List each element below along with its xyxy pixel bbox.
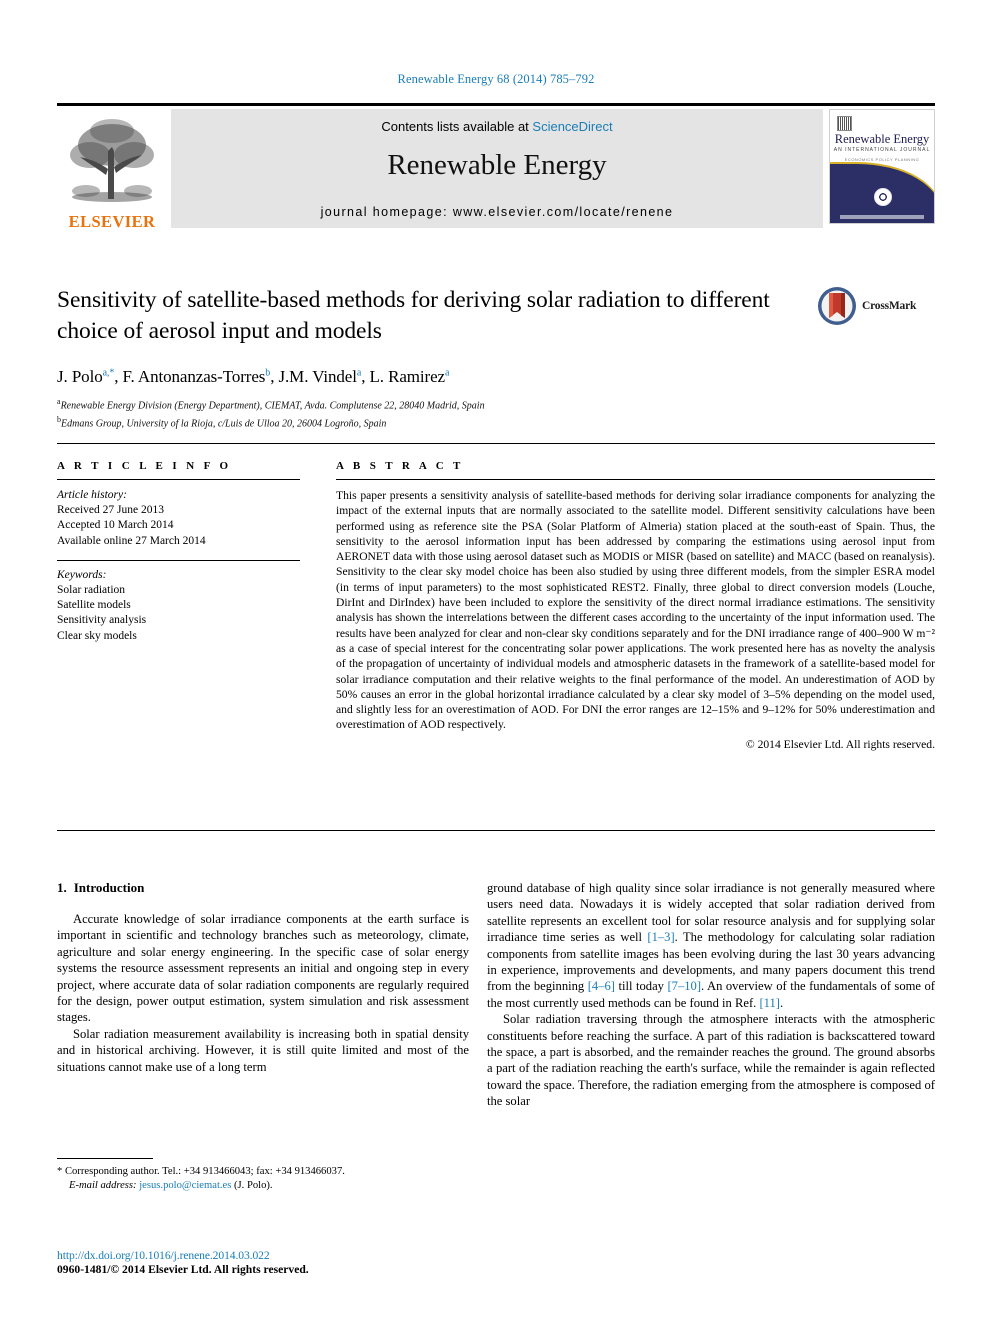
paragraph: Solar radiation traversing through the a… [487, 1012, 935, 1109]
abstract-text: This paper presents a sensitivity analys… [336, 489, 935, 732]
barcode-icon [837, 116, 852, 131]
paragraph: Solar radiation measurement availability… [57, 1026, 469, 1074]
keywords-rule [57, 559, 300, 561]
author-item: L. Ramireza [370, 367, 450, 386]
contents-prefix: Contents lists available at [381, 119, 533, 134]
article-info-heading: A R T I C L E I N F O [57, 460, 232, 472]
email-label: E-mail address: [69, 1180, 137, 1191]
author-separator: , [114, 367, 123, 386]
elsevier-wordmark: ELSEVIER [68, 212, 156, 231]
header-divider [57, 443, 935, 444]
paragraph-text: till today [615, 979, 668, 994]
sciencedirect-link[interactable]: ScienceDirect [532, 119, 612, 134]
citation-link[interactable]: [4–6] [588, 979, 615, 993]
history-item: Accepted 10 March 2014 [57, 519, 174, 532]
article-header: Sensitivity of satellite-based methods f… [57, 285, 817, 431]
author-name: F. Antonanzas-Torres [122, 367, 266, 386]
body-column-left: 1. Introduction Accurate knowledge of sol… [57, 880, 469, 1075]
affiliation-text: Edmans Group, University of la Rioja, c/… [61, 418, 387, 430]
cover-emblem-icon [874, 188, 892, 206]
abstract-heading: A B S T R A C T [336, 460, 464, 472]
crossmark-badge[interactable]: CrossMark [817, 283, 935, 329]
affiliation-list: aRenewable Energy Division (Energy Depar… [57, 395, 817, 431]
section-number: 1. [57, 880, 67, 895]
article-history-label: Article history: [57, 489, 127, 501]
footnote-block: * Corresponding author. Tel.: +34 913466… [57, 1158, 469, 1193]
doi-link[interactable]: http://dx.doi.org/10.1016/j.renene.2014.… [57, 1249, 487, 1262]
crossmark-label: CrossMark [862, 300, 917, 312]
author-separator: , [361, 367, 370, 386]
author-list: J. Poloa,*, F. Antonanzas-Torresb, J.M. … [57, 367, 817, 387]
author-affiliation-mark: a,* [102, 367, 115, 379]
abstract-section: A B S T R A C T This paper presents a se… [336, 460, 935, 751]
journal-title: Renewable Energy [387, 149, 607, 181]
page-footer: http://dx.doi.org/10.1016/j.renene.2014.… [57, 1249, 487, 1276]
keyword-item: Clear sky models [57, 629, 137, 642]
journal-cover-thumbnail: Renewable Energy AN INTERNATIONAL JOURNA… [829, 109, 935, 224]
keywords-group: Keywords: Solar radiation Satellite mode… [57, 568, 300, 644]
article-info-rule [57, 479, 300, 480]
affiliation-item: aRenewable Energy Division (Energy Depar… [57, 395, 817, 413]
page-title: Sensitivity of satellite-based methods f… [57, 287, 770, 344]
running-head: Renewable Energy 68 (2014) 785–792 [397, 72, 595, 86]
article-info-section: A R T I C L E I N F O Article history: R… [57, 460, 300, 644]
footnote-divider [57, 1158, 153, 1159]
elsevier-tree-icon [62, 111, 162, 207]
citation-link[interactable]: [7–10] [667, 979, 701, 993]
author-item: J. Poloa,* [57, 367, 114, 386]
crossmark-icon [817, 286, 857, 326]
article-history-group: Article history: Received 27 June 2013 A… [57, 488, 300, 549]
author-item: F. Antonanzas-Torresb [123, 367, 271, 386]
keyword-item: Satellite models [57, 599, 131, 612]
paragraph: Accurate knowledge of solar irradiance c… [57, 912, 469, 1025]
issn-copyright: 0960-1481/© 2014 Elsevier Ltd. All right… [57, 1263, 309, 1276]
keyword-item: Solar radiation [57, 584, 126, 597]
history-item: Available online 27 March 2014 [57, 534, 206, 547]
author-separator: , [270, 367, 279, 386]
history-item: Received 27 June 2013 [57, 504, 164, 517]
corresponding-author-note: * Corresponding author. Tel.: +34 913466… [57, 1165, 469, 1193]
journal-homepage-link[interactable]: journal homepage: www.elsevier.com/locat… [171, 205, 823, 219]
cover-subtitle: AN INTERNATIONAL JOURNAL [833, 147, 931, 153]
paragraph: ground database of high quality since so… [487, 880, 935, 1011]
article-page: Renewable Energy 68 (2014) 785–792 ELSEV… [0, 0, 992, 1323]
email-link[interactable]: jesus.polo@ciemat.es [139, 1180, 231, 1191]
paragraph-text: . [779, 995, 784, 1010]
author-name: J.M. Vindel [278, 367, 357, 386]
cover-footer-bar [840, 215, 924, 219]
footnote-corresponding-text: Corresponding author. Tel.: +34 91346604… [62, 1166, 345, 1177]
abstract-divider [57, 830, 935, 831]
citation-link[interactable]: [11] [759, 996, 780, 1010]
abstract-copyright: © 2014 Elsevier Ltd. All rights reserved… [745, 737, 935, 751]
author-name: L. Ramirez [369, 367, 446, 386]
masthead-center-band: Contents lists available at ScienceDirec… [171, 109, 823, 228]
affiliation-text: Renewable Energy Division (Energy Depart… [60, 400, 485, 412]
section-title: Introduction [73, 880, 145, 895]
elsevier-logo: ELSEVIER [57, 109, 167, 231]
citation-link[interactable]: [1–3] [647, 930, 674, 944]
email-suffix: (J. Polo). [231, 1180, 273, 1191]
keyword-item: Sensitivity analysis [57, 614, 147, 627]
section-heading-introduction: 1. Introduction [57, 880, 469, 896]
author-affiliation-mark: a [444, 367, 450, 379]
author-item: J.M. Vindela [279, 367, 362, 386]
contents-available-line: Contents lists available at ScienceDirec… [171, 119, 823, 134]
abstract-rule [336, 479, 935, 480]
affiliation-item: bEdmans Group, University of la Rioja, c… [57, 413, 817, 431]
keywords-label: Keywords: [57, 568, 107, 581]
cover-journal-title: Renewable Energy [834, 132, 930, 146]
journal-masthead: ELSEVIER Contents lists available at Sci… [57, 103, 935, 231]
body-column-right: ground database of high quality since so… [487, 880, 935, 1110]
author-name: J. Polo [57, 367, 103, 386]
